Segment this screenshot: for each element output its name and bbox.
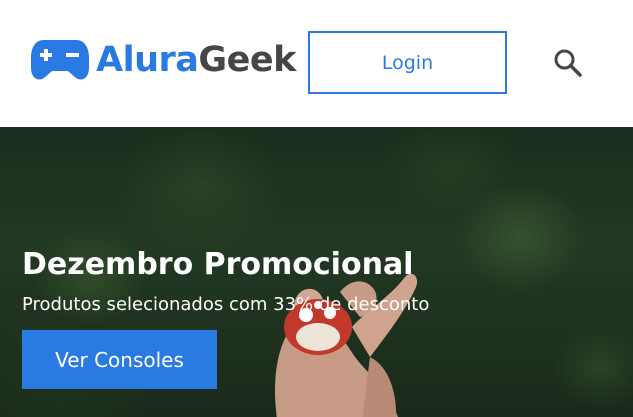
banner-content: Dezembro Promocional Produtos selecionad… xyxy=(22,245,429,389)
banner-title: Dezembro Promocional xyxy=(22,247,414,282)
gamepad-icon xyxy=(31,40,89,80)
logo-text: AluraGeek xyxy=(96,38,296,82)
banner-subtitle: Produtos selecionados com 33% de descont… xyxy=(22,294,430,315)
view-consoles-button[interactable]: Ver Consoles xyxy=(22,330,217,389)
header: AluraGeek Login xyxy=(0,0,633,127)
logo[interactable]: AluraGeek xyxy=(30,38,296,82)
hero-banner: Dezembro Promocional Produtos selecionad… xyxy=(0,127,633,417)
search-icon[interactable] xyxy=(552,47,584,79)
logo-text-alura: Alura xyxy=(96,40,199,80)
logo-text-geek: Geek xyxy=(198,40,296,80)
login-button[interactable]: Login xyxy=(308,31,507,94)
